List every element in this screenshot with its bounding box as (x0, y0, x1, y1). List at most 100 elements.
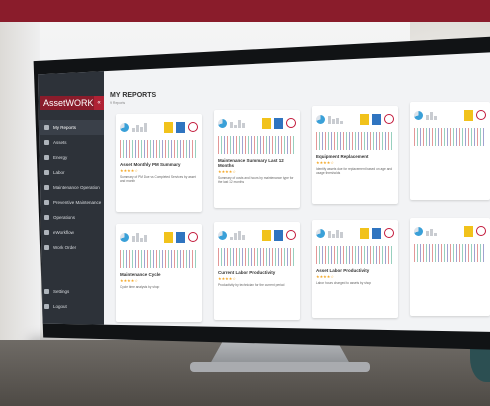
pie-chart-icon (120, 122, 129, 132)
sidebar-bottom: Settings Logout (38, 284, 104, 314)
report-card[interactable]: Equipment Replacement ★★★★☆ Identify ass… (312, 106, 398, 204)
kpi-tile (464, 225, 473, 237)
card-title: Asset Labor Productivity (316, 268, 370, 273)
sidebar-item-operations[interactable]: Operations (38, 210, 104, 225)
brand-logo[interactable]: AssetWORKS (40, 96, 102, 110)
users-icon (44, 170, 49, 175)
bar-chart-icon (132, 232, 161, 242)
sidebar-item-label: Assets (53, 140, 67, 145)
sidebar: AssetWORKS « My Reports Assets Energy La… (38, 52, 104, 332)
sidebar-item-work-order[interactable]: Work Order (38, 240, 104, 255)
monitor-stand-base (190, 362, 370, 372)
sidebar-item-assets[interactable]: Assets (38, 135, 104, 150)
main-content: MY REPORTS 9 Reports Asset Monthly PM Su… (104, 52, 490, 332)
report-card[interactable] (410, 102, 490, 200)
card-kpi-row (116, 224, 202, 250)
card-description: Identify assets due for replacement base… (316, 167, 393, 176)
heart-icon[interactable] (384, 114, 394, 124)
sidebar-item-eworkflow[interactable]: eWorkflow (38, 225, 104, 240)
kpi-tile (164, 121, 173, 133)
kpi-tile (360, 113, 369, 125)
card-description: Summary of costs and hours by maintenanc… (218, 176, 294, 185)
sidebar-item-energy[interactable]: Energy (38, 150, 104, 165)
pie-chart-icon (316, 228, 325, 238)
kpi-tile (262, 117, 271, 129)
pie-chart-icon (218, 118, 227, 128)
bar-chart-icon (426, 110, 461, 120)
logout-icon (44, 304, 49, 309)
heart-icon[interactable] (188, 122, 198, 132)
card-kpi-row (410, 218, 490, 244)
rating-stars: ★★★★☆ (218, 276, 236, 281)
kpi-tile (262, 229, 271, 241)
rating-stars: ★★★★☆ (316, 274, 334, 279)
report-card[interactable]: Asset Labor Productivity ★★★★☆ Labor hou… (312, 220, 398, 318)
monitor-screen: AssetWORKS « My Reports Assets Energy La… (38, 52, 490, 332)
gear-icon (44, 215, 49, 220)
sidebar-item-label: Energy (53, 155, 68, 160)
rating-stars: ★★★★☆ (218, 169, 236, 174)
card-title: Equipment Replacement (316, 154, 369, 159)
card-kpi-row (312, 106, 398, 132)
card-description: Labor hours charged to assets by shop (316, 281, 372, 285)
rating-stars: ★★★★☆ (120, 168, 138, 173)
header-banner (0, 0, 490, 22)
heart-icon[interactable] (476, 110, 486, 120)
card-title: Maintenance Summary Last 12 Months (218, 158, 284, 168)
kpi-tile (372, 113, 381, 125)
card-description: Summary of PM Due vs Completed Services … (120, 175, 196, 184)
page-subtitle: 9 Reports (110, 101, 126, 105)
kpi-tile (176, 231, 185, 243)
sidebar-item-settings[interactable]: Settings (38, 284, 104, 299)
card-title: Maintenance Cycle (120, 272, 161, 277)
card-description: Cycle time analysis by shop (120, 285, 160, 289)
sidebar-item-label: Logout (53, 304, 67, 309)
report-card[interactable]: Current Labor Productivity ★★★★☆ Product… (214, 222, 300, 320)
chart-thumbnail (414, 128, 486, 146)
page-title: MY REPORTS (110, 92, 157, 99)
pie-chart-icon (316, 114, 325, 124)
bar-chart-icon (328, 114, 357, 124)
photo-scene: AssetWORKS « My Reports Assets Energy La… (0, 22, 490, 406)
bar-chart-icon (230, 230, 259, 240)
card-kpi-row (410, 102, 490, 128)
card-kpi-row (214, 222, 300, 248)
pie-chart-icon (120, 232, 129, 242)
bar-chart-icon (132, 122, 161, 132)
bar-chart-icon (328, 228, 357, 238)
pie-chart-icon (414, 110, 423, 120)
sidebar-item-logout[interactable]: Logout (38, 299, 104, 314)
sidebar-item-preventive-maintenance[interactable]: Preventive Maintenance (38, 195, 104, 210)
sidebar-item-label: Preventive Maintenance (53, 200, 102, 205)
chart-thumbnail (414, 244, 486, 262)
sidebar-item-maintenance-operation[interactable]: Maintenance Operation (38, 180, 104, 195)
heart-icon[interactable] (286, 118, 296, 128)
report-card[interactable]: Maintenance Summary Last 12 Months ★★★★☆… (214, 110, 300, 208)
chart-thumbnail (316, 246, 394, 264)
report-card[interactable]: Maintenance Cycle ★★★★☆ Cycle time analy… (116, 224, 202, 322)
truck-icon (44, 140, 49, 145)
bar-chart-icon (426, 226, 461, 236)
user-icon (44, 125, 49, 130)
heart-icon[interactable] (476, 226, 486, 236)
kpi-tile (164, 231, 173, 243)
report-card[interactable]: Asset Monthly PM Summary ★★★★☆ Summary o… (116, 114, 202, 212)
pie-chart-icon (414, 226, 423, 236)
sidebar-item-labor[interactable]: Labor (38, 165, 104, 180)
rating-stars: ★★★★☆ (316, 160, 334, 165)
kpi-tile (360, 227, 369, 239)
gear-icon (44, 289, 49, 294)
heart-icon[interactable] (384, 228, 394, 238)
sidebar-item-my-reports[interactable]: My Reports (38, 120, 104, 135)
heart-icon[interactable] (188, 232, 198, 242)
chart-thumbnail (218, 248, 296, 266)
kpi-tile (372, 227, 381, 239)
collapse-button[interactable]: « (94, 96, 104, 110)
sidebar-nav: My Reports Assets Energy Labor Maintenan… (38, 120, 104, 255)
sidebar-item-label: Settings (53, 289, 70, 294)
calendar-icon (44, 200, 49, 205)
heart-icon[interactable] (286, 230, 296, 240)
share-icon (44, 230, 49, 235)
report-card[interactable] (410, 218, 490, 316)
pie-chart-icon (218, 230, 227, 240)
